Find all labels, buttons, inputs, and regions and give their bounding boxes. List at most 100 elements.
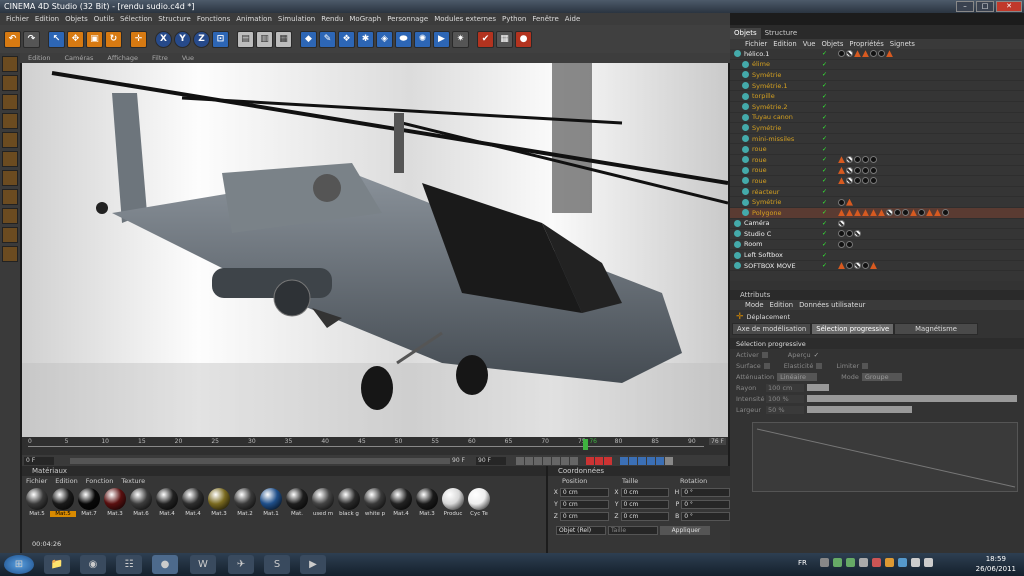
material-tag-icon[interactable] — [854, 230, 861, 238]
material-thumbnail[interactable]: Mat.3 — [414, 488, 440, 521]
material-tag-icon[interactable] — [838, 230, 845, 238]
material-tag-icon[interactable] — [854, 50, 861, 58]
object-row[interactable]: Left Softbox ✓ — [730, 250, 1024, 261]
mode-select[interactable]: Groupe — [861, 372, 902, 381]
visibility-check-icon[interactable]: ✓ — [822, 135, 838, 142]
axis-icon[interactable]: ✛ — [130, 30, 147, 48]
media-player-icon[interactable]: ▶ — [300, 555, 326, 574]
material-tag-icon[interactable] — [838, 219, 845, 227]
menu-mograph[interactable]: MoGraph — [346, 13, 384, 25]
menu-modules-externes[interactable]: Modules externes — [431, 13, 499, 25]
material-thumbnail[interactable]: white p — [362, 488, 388, 521]
size-field[interactable]: 0 cm — [620, 487, 670, 497]
material-tag-icon[interactable] — [846, 262, 853, 270]
material-tag-icon[interactable] — [942, 209, 949, 217]
parameter-key-icon[interactable] — [647, 456, 655, 465]
intensite-slider[interactable] — [807, 395, 1017, 402]
tray-antivirus-icon[interactable] — [872, 558, 881, 567]
material-tag-icon[interactable] — [846, 50, 853, 58]
visibility-check-icon[interactable]: ✓ — [822, 230, 838, 237]
material-tag-icon[interactable] — [854, 262, 861, 270]
attr-menu-donnees[interactable]: Données utilisateur — [796, 300, 868, 310]
object-row[interactable]: Symétrie ✓ — [730, 70, 1024, 81]
menu-rendu[interactable]: Rendu — [318, 13, 346, 25]
y-axis-lock[interactable]: Y — [174, 30, 191, 48]
menu-edition[interactable]: Edition — [32, 13, 62, 25]
vp-menu-edition[interactable]: Edition — [20, 53, 57, 63]
make-editable-icon[interactable] — [2, 56, 18, 72]
visibility-check-icon[interactable]: ✓ — [822, 177, 838, 184]
visibility-check-icon[interactable]: ✓ — [822, 103, 838, 110]
object-row[interactable]: hélico.1 ✓ — [730, 49, 1024, 60]
position-key-icon[interactable] — [620, 456, 628, 465]
edges-mode-icon[interactable] — [2, 151, 18, 167]
visibility-check-icon[interactable]: ✓ — [822, 262, 838, 269]
object-row[interactable]: Tuyau canon ✓ — [730, 113, 1024, 124]
cube-icon[interactable]: ◆ — [300, 30, 317, 48]
material-tag-icon[interactable] — [846, 198, 853, 206]
tab-magnetisme[interactable]: Magnétisme — [894, 323, 978, 335]
tray-volume-icon[interactable] — [924, 558, 933, 567]
material-thumbnail[interactable]: Produc — [440, 488, 466, 521]
render-view-icon[interactable]: ▤ — [237, 30, 254, 48]
vp-menu-filtre[interactable]: Filtre — [144, 53, 174, 63]
material-tag-icon[interactable] — [846, 177, 853, 185]
range-slider[interactable] — [70, 457, 450, 464]
points-mode-icon[interactable] — [2, 132, 18, 148]
mat-menu-edition[interactable]: Edition — [51, 476, 82, 486]
previous-key-icon[interactable] — [525, 456, 533, 465]
object-row[interactable]: réacteur ✓ — [730, 187, 1024, 198]
material-tag-icon[interactable] — [886, 209, 893, 217]
obj-menu-proprietes[interactable]: Propriétés — [846, 39, 886, 49]
position-field[interactable]: 0 cm — [559, 499, 609, 509]
rayon-field[interactable]: 100 cm — [766, 383, 804, 392]
live-selection-icon[interactable]: ↖ — [48, 30, 65, 48]
next-key-icon[interactable] — [561, 456, 569, 465]
material-thumbnail[interactable]: Mat. — [284, 488, 310, 521]
mat-menu-fonction[interactable]: Fonction — [82, 476, 118, 486]
eagle-icon[interactable]: ✈ — [228, 555, 254, 574]
scale-icon[interactable]: ▣ — [86, 30, 103, 48]
attr-menu-edition[interactable]: Edition — [767, 300, 797, 310]
material-tag-icon[interactable] — [838, 240, 845, 248]
visibility-check-icon[interactable]: ✓ — [822, 252, 838, 259]
start-frame-field[interactable]: 0 F — [24, 456, 54, 465]
workplane-icon[interactable] — [2, 113, 18, 129]
environment-icon[interactable]: ✺ — [414, 30, 431, 48]
close-button[interactable]: ✕ — [996, 1, 1022, 12]
size-field[interactable]: 0 cm — [620, 511, 670, 521]
material-tag-icon[interactable] — [878, 50, 885, 58]
autokey-icon[interactable] — [595, 456, 603, 465]
material-tag-icon[interactable] — [862, 177, 869, 185]
menu-aide[interactable]: Aide — [562, 13, 583, 25]
activer-checkbox[interactable] — [761, 351, 768, 358]
material-thumbnail[interactable]: Mat.3 — [102, 488, 128, 521]
visibility-check-icon[interactable]: ✓ — [822, 61, 838, 68]
visibility-check-icon[interactable]: ✓ — [822, 93, 838, 100]
object-row[interactable]: roue ✓ — [730, 176, 1024, 187]
menu-simulation[interactable]: Simulation — [275, 13, 318, 25]
material-thumbnail[interactable]: Mat.7 — [76, 488, 102, 521]
tray-expand-icon[interactable] — [820, 558, 829, 567]
tab-selection-progressive[interactable]: Sélection progressive — [811, 323, 895, 335]
attenuation-select[interactable]: Linéaire — [777, 372, 818, 381]
material-tag-icon[interactable] — [910, 209, 917, 217]
visibility-check-icon[interactable]: ✓ — [822, 188, 838, 195]
object-row[interactable]: Studio C ✓ — [730, 229, 1024, 240]
material-thumbnail[interactable]: Mat.2 — [232, 488, 258, 521]
menu-fenetre[interactable]: Fenêtre — [529, 13, 561, 25]
material-tag-icon[interactable] — [862, 156, 869, 164]
texture-mode-icon[interactable] — [2, 94, 18, 110]
rotation-key-icon[interactable] — [638, 456, 646, 465]
material-tag-icon[interactable] — [862, 166, 869, 174]
material-tag-icon[interactable] — [838, 50, 845, 58]
material-tag-icon[interactable] — [838, 156, 845, 164]
visibility-check-icon[interactable]: ✓ — [822, 156, 838, 163]
nurbs-icon[interactable]: ❖ — [338, 30, 355, 48]
menu-fichier[interactable]: Fichier — [3, 13, 32, 25]
cinema4d-icon[interactable]: ● — [152, 555, 178, 574]
tray-skype-icon[interactable] — [898, 558, 907, 567]
menu-python[interactable]: Python — [499, 13, 529, 25]
visibility-check-icon[interactable]: ✓ — [822, 114, 838, 121]
material-tag-icon[interactable] — [886, 50, 893, 58]
